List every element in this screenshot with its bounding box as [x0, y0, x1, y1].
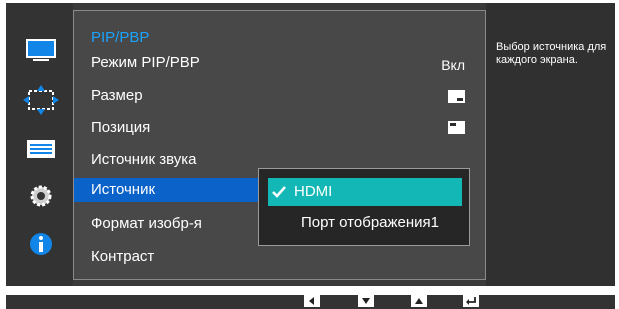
menu-title: PIP/PBP — [91, 29, 150, 46]
source-option-hdmi[interactable]: HDMI — [268, 178, 462, 206]
up-arrow-icon[interactable] — [411, 295, 427, 307]
check-icon — [270, 178, 288, 206]
pip-pbp-mode-value: Вкл — [441, 57, 465, 73]
source-submenu: HDMI Порт отображения1 — [258, 168, 470, 246]
menu-item-contrast[interactable]: Контраст — [91, 245, 154, 269]
source-option-displayport1[interactable]: Порт отображения1 — [268, 209, 462, 237]
size-position-icon[interactable] — [23, 85, 59, 115]
menu-item-source[interactable]: Источник — [74, 178, 258, 202]
menu-item-position[interactable]: Позиция — [91, 116, 150, 140]
source-option-hdmi-label: HDMI — [294, 183, 333, 200]
help-text: Выбор источника для каждого экрана. — [496, 41, 607, 66]
size-value-icon — [448, 90, 465, 103]
menu-item-picture-format[interactable]: Формат изобр-я — [91, 212, 202, 236]
sidebar-icon-bar — [6, 3, 73, 286]
menu-item-pip-pbp-mode[interactable]: Режим PIP/PBP — [91, 51, 200, 75]
menu-item-size[interactable]: Размер — [91, 84, 143, 108]
down-arrow-icon[interactable] — [358, 295, 374, 307]
menu-item-sound-source[interactable]: Источник звука — [91, 148, 196, 172]
information-icon[interactable] — [23, 229, 59, 259]
picture-icon[interactable] — [23, 36, 59, 66]
system-icon[interactable] — [23, 134, 59, 164]
left-arrow-icon[interactable] — [304, 295, 320, 307]
enter-icon[interactable] — [463, 295, 479, 307]
settings-icon[interactable] — [23, 181, 59, 211]
source-option-displayport1-label: Порт отображения1 — [301, 214, 440, 231]
position-value-icon — [448, 121, 465, 134]
